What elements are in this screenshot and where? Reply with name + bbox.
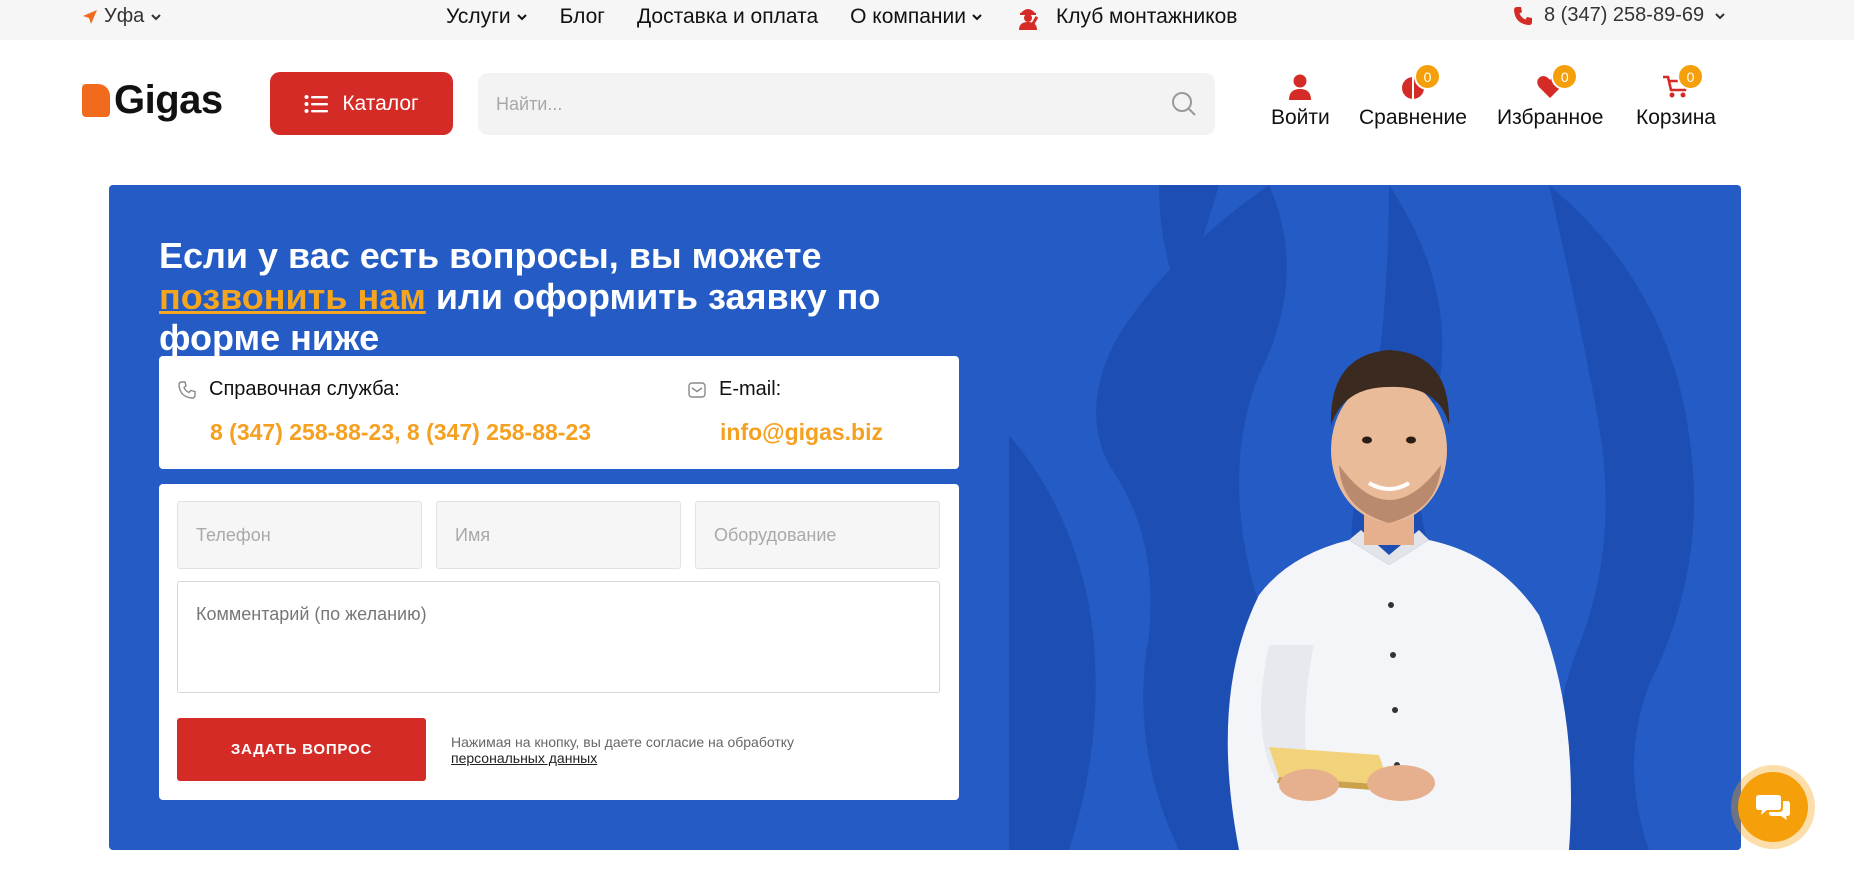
heart-icon: 0 (1533, 63, 1579, 104)
comment-field[interactable] (177, 581, 940, 693)
favorites-count-badge: 0 (1551, 63, 1579, 90)
nav-label: Доставка и оплата (636, 5, 819, 28)
logo-text: Gigas (114, 78, 223, 122)
help-label: Справочная служба: (209, 378, 400, 400)
cart-link[interactable]: 0 Корзина (1636, 63, 1716, 130)
nav-item-club[interactable]: Клуб монтажников (1015, 4, 1238, 30)
support-person-image (1227, 350, 1571, 850)
compare-link[interactable]: 0 Сравнение (1359, 63, 1467, 130)
email-label: E-mail: (719, 378, 782, 400)
chat-button-inner (1738, 772, 1808, 842)
banner-headline: Если у вас есть вопросы, вы можете позво… (159, 235, 999, 358)
chat-button[interactable] (1731, 765, 1815, 849)
logo-mark (82, 83, 110, 117)
consent-note: Нажимая на кнопку, вы даете согласие на … (451, 734, 794, 766)
nav-item-blog[interactable]: Блог (560, 5, 605, 29)
favorites-link[interactable]: 0 Избранное (1497, 63, 1604, 130)
catalog-button[interactable]: Каталог (270, 72, 453, 135)
phone-icon (1514, 6, 1532, 25)
login-label: Войти (1271, 106, 1330, 129)
top-bar: Уфа Услуги Блог Доставка и оплата О комп… (0, 0, 1854, 40)
phone-field[interactable] (177, 501, 422, 569)
site-logo[interactable]: Gigas (82, 80, 223, 120)
list-icon (304, 94, 329, 113)
equipment-field[interactable] (695, 501, 940, 569)
phone-icon (178, 380, 196, 399)
cart-label: Корзина (1636, 106, 1716, 129)
search-input[interactable] (496, 85, 1136, 123)
help-phones[interactable]: 8 (347) 258-88-23, 8 (347) 258-88-23 (210, 419, 591, 446)
contact-banner: Если у вас есть вопросы, вы можете позво… (109, 185, 1741, 850)
headline-text: Если у вас есть вопросы, вы можете (159, 235, 822, 276)
favorites-label: Избранное (1497, 106, 1604, 129)
mail-icon (688, 381, 706, 398)
chevron-down-icon (1715, 12, 1725, 19)
nav-item-delivery[interactable]: Доставка и оплата (637, 5, 818, 29)
chevron-down-icon (972, 14, 982, 21)
call-us-link[interactable]: позвонить нам (159, 276, 426, 317)
email-value[interactable]: info@gigas.biz (720, 419, 883, 446)
chevron-down-icon (516, 14, 527, 21)
nav-label: О компании (850, 5, 966, 28)
personal-data-link[interactable]: персональных данных (451, 750, 597, 766)
chat-icon (1756, 795, 1790, 820)
nav-label: Блог (559, 5, 605, 28)
question-form: ЗАДАТЬ ВОПРОС Нажимая на кнопку, вы дает… (159, 484, 959, 800)
top-nav: Услуги Блог Доставка и оплата О компании (446, 4, 1269, 30)
email-block: E-mail: info@gigas.biz (687, 378, 883, 446)
city-selector[interactable]: Уфа (82, 5, 162, 28)
page: Уфа Услуги Блог Доставка и оплата О комп… (0, 0, 1854, 881)
header-phone[interactable]: 8 (347) 258-89-69 (1512, 4, 1726, 27)
cart-icon: 0 (1659, 63, 1704, 104)
search-icon[interactable] (1171, 91, 1197, 122)
compare-count-badge: 0 (1413, 63, 1441, 90)
compare-icon: 0 (1396, 63, 1441, 104)
consent-text: Нажимая на кнопку, вы даете согласие на … (451, 734, 795, 750)
login-link[interactable]: Войти (1271, 70, 1330, 130)
help-service: Справочная служба: 8 (347) 258-88-23, 8 … (177, 378, 591, 446)
phone-number: 8 (347) 258-89-69 (1544, 4, 1705, 26)
search-bar (478, 73, 1215, 135)
nav-label: Услуги (446, 5, 511, 28)
ask-question-button[interactable]: ЗАДАТЬ ВОПРОС (177, 718, 426, 781)
compare-label: Сравнение (1359, 106, 1467, 129)
contacts-card: Справочная служба: 8 (347) 258-88-23, 8 … (159, 356, 959, 469)
installer-icon (1018, 9, 1039, 30)
catalog-label: Каталог (342, 91, 419, 115)
city-label: Уфа (104, 5, 145, 27)
name-field[interactable] (436, 501, 681, 569)
nav-label: Клуб монтажников (1055, 5, 1238, 28)
user-icon (1283, 70, 1317, 104)
location-arrow-icon (82, 9, 98, 25)
cart-count-badge: 0 (1677, 63, 1704, 90)
chevron-down-icon (150, 13, 162, 21)
nav-item-about[interactable]: О компании (850, 5, 983, 29)
nav-item-services[interactable]: Услуги (446, 5, 528, 29)
